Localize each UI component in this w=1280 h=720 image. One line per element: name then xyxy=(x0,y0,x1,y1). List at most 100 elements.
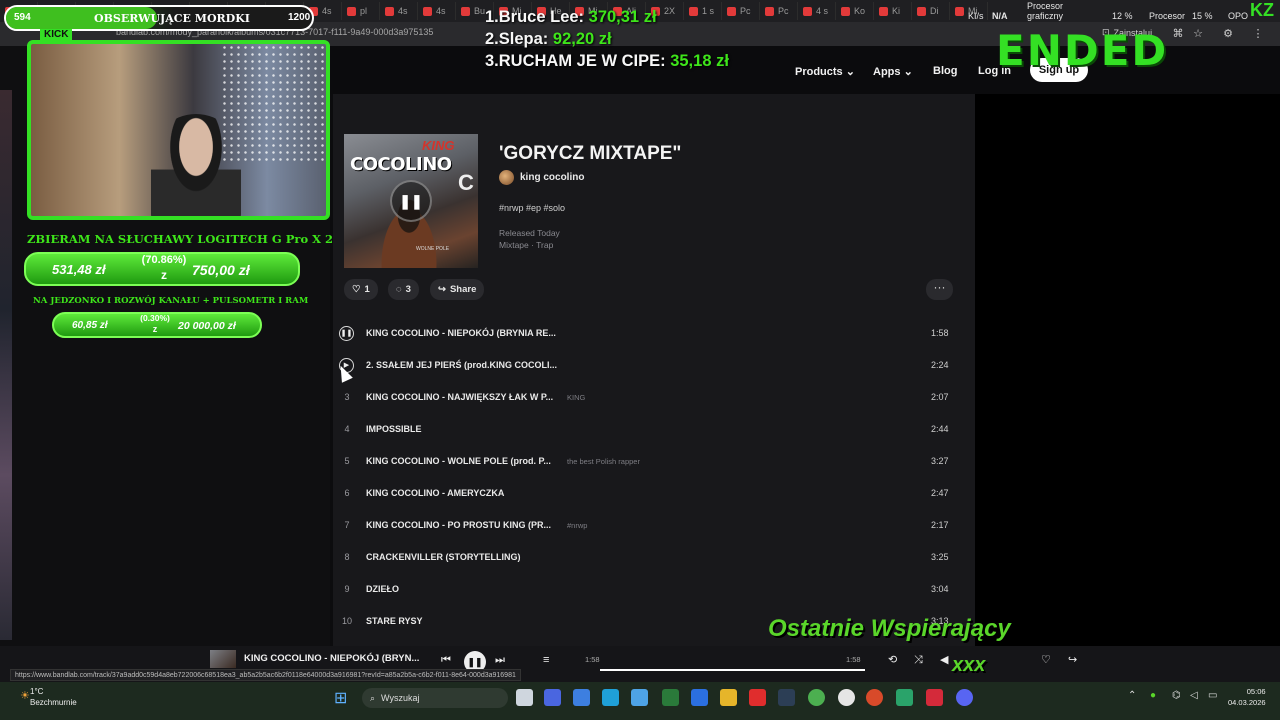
browser-tab[interactable]: Di xyxy=(912,2,950,20)
track-title[interactable]: DZIEŁO xyxy=(366,584,399,594)
track-row[interactable]: 6 KING COCOLINO - AMERYCZKA 2:47 xyxy=(333,477,975,509)
track-title[interactable]: KING COCOLINO - PO PROSTU KING (PR... xyxy=(366,520,551,530)
obs-icon[interactable] xyxy=(866,689,883,706)
track-row[interactable]: 5 KING COCOLINO - WOLNE POLE (prod. P... t… xyxy=(333,445,975,477)
repeat-icon[interactable]: ⟲ xyxy=(888,654,897,666)
shuffle-icon[interactable]: ⤨ xyxy=(914,654,923,666)
discord-icon[interactable] xyxy=(956,689,973,706)
start-windows-icon[interactable]: ⊞ xyxy=(334,688,347,708)
player-thumbnail[interactable] xyxy=(210,650,236,668)
track-tag[interactable]: #nrwp xyxy=(567,521,587,530)
translate-icon[interactable]: ⌘ xyxy=(1172,28,1184,40)
next-icon[interactable]: ⏭ xyxy=(495,654,505,666)
track-title[interactable]: KING COCOLINO - AMERYCZKA xyxy=(366,488,504,498)
extensions-icon[interactable]: ⚙ xyxy=(1222,28,1234,40)
edge-icon[interactable] xyxy=(602,689,619,706)
track-title[interactable]: KING COCOLINO - WOLNE POLE (prod. P... xyxy=(366,456,551,466)
progress-bar[interactable] xyxy=(600,669,865,671)
nav-blog[interactable]: Blog xyxy=(933,65,957,77)
track-row[interactable]: 9 DZIEŁO 3:04 xyxy=(333,573,975,605)
comments-button[interactable]: ◌ 3 xyxy=(388,279,419,300)
battery-icon[interactable]: ▭ xyxy=(1208,690,1217,701)
donor-name: RUCHAM JE W CIPE: xyxy=(498,52,666,70)
track-row[interactable]: 4 IMPOSSIBLE 2:44 xyxy=(333,413,975,445)
steam-icon[interactable] xyxy=(778,689,795,706)
app-icon[interactable] xyxy=(573,689,590,706)
browser-tab[interactable]: 4s xyxy=(380,2,418,20)
volume-icon[interactable]: ◀ xyxy=(940,654,948,666)
previous-icon[interactable]: ⏮ xyxy=(441,654,451,666)
donor-amount: 92,20 zł xyxy=(552,30,612,48)
track-number: 3 xyxy=(344,392,350,402)
like-button[interactable]: ♡ 1 xyxy=(344,279,378,300)
app-icon[interactable] xyxy=(926,689,943,706)
youtube-icon[interactable] xyxy=(749,689,766,706)
pause-icon: ❚❚ xyxy=(399,193,423,209)
nav-products[interactable]: Products ⌄ xyxy=(795,65,855,78)
track-title[interactable]: STARE RYSY xyxy=(366,616,423,626)
share-button[interactable]: ↪ Share xyxy=(430,279,485,300)
track-row[interactable]: 7 KING COCOLINO - PO PROSTU KING (PR... #n… xyxy=(333,509,975,541)
track-row[interactable]: ❚❚ KING COCOLINO - NIEPOKÓJ (BRYNIA RE...… xyxy=(333,317,975,349)
task-view-icon[interactable] xyxy=(516,689,533,706)
folder-icon[interactable] xyxy=(720,689,737,706)
speaker-icon[interactable]: ◁ xyxy=(1190,690,1198,701)
track-row[interactable]: 8 CRACKENVILLER (STORYTELLING) 3:25 xyxy=(333,541,975,573)
store-icon[interactable] xyxy=(631,689,648,706)
track-title[interactable]: CRACKENVILLER (STORYTELLING) xyxy=(366,552,521,562)
tray-chevron-icon[interactable]: ⌃ xyxy=(1128,690,1136,701)
menu-dots-icon[interactable]: ⋮ xyxy=(1252,28,1264,40)
nav-apps[interactable]: Apps ⌄ xyxy=(873,65,913,78)
tab-label: 4s xyxy=(322,6,332,16)
browser-tab[interactable]: 4 s xyxy=(798,2,836,20)
heart-icon: ♡ xyxy=(352,284,361,295)
browser-tab[interactable]: pl xyxy=(342,2,380,20)
share-icon[interactable]: ↪ xyxy=(1068,654,1077,666)
browser-tab[interactable]: Pc xyxy=(760,2,798,20)
player-track-title[interactable]: KING COCOLINO - NIEPOKÓJ (BRYN... xyxy=(244,653,419,664)
dropbox-icon[interactable] xyxy=(691,689,708,706)
share-icon: ↪ xyxy=(438,284,446,295)
track-tag[interactable]: KING xyxy=(567,393,585,402)
queue-icon[interactable]: ≡ xyxy=(543,654,549,666)
taskbar-search[interactable]: ⌕ Wyszukaj xyxy=(362,688,508,708)
track-title[interactable]: KING COCOLINO - NIEPOKÓJ (BRYNIA RE... xyxy=(366,328,556,338)
track-row[interactable]: 3 KING COCOLINO - NAJWIĘKSZY ŁAK W P... KI… xyxy=(333,381,975,413)
bookmark-star-icon[interactable]: ☆ xyxy=(1192,28,1204,40)
app-icon[interactable] xyxy=(896,689,913,706)
track-pause-icon[interactable]: ❚❚ xyxy=(339,326,354,341)
tab-label: Ki xyxy=(892,6,901,16)
donation-goal-1-title: ZBIERAM NA SŁUCHAWY LOGITECH G Pro X 2 xyxy=(27,232,334,246)
track-title[interactable]: KING COCOLINO - NAJWIĘKSZY ŁAK W P... xyxy=(366,392,553,402)
comment-count: 3 xyxy=(405,284,411,295)
donor-entry: 2.Slepa: 92,20 zł xyxy=(485,28,729,50)
track-number: 6 xyxy=(344,488,350,498)
like-count: 1 xyxy=(364,284,370,295)
more-options-button[interactable]: ··· xyxy=(926,279,953,300)
taskbar-clock[interactable]: 05:06 04.03.2026 xyxy=(1228,686,1266,708)
app-icon[interactable] xyxy=(544,689,561,706)
app-icon[interactable] xyxy=(662,689,679,706)
browser-tab[interactable]: Ko xyxy=(836,2,874,20)
track-duration: 2:44 xyxy=(931,424,949,434)
release-date: Released Today xyxy=(499,228,560,238)
tab-favicon-icon xyxy=(385,6,394,16)
webcam-overlay xyxy=(27,40,330,220)
album-cover[interactable]: KING COCOLINO C WOLNE POLE ❚❚ xyxy=(344,134,478,268)
track-tag[interactable]: the best Polish rapper xyxy=(567,457,640,466)
track-title[interactable]: 2. SSAŁEM JEJ PIERŚ (prod.KING COCOLI... xyxy=(366,360,557,370)
cover-pause-button[interactable]: ❚❚ xyxy=(390,180,432,222)
track-title[interactable]: IMPOSSIBLE xyxy=(366,424,422,434)
network-icon[interactable]: ⌬ xyxy=(1172,690,1181,701)
top-donors-list: 1.Bruce Lee: 370,31 zł 2.Slepa: 92,20 zł 3… xyxy=(485,6,729,72)
weather-widget[interactable]: 1°C Bezchmurnie xyxy=(30,686,77,708)
artist-link[interactable]: king cocolino xyxy=(499,170,584,185)
chrome-icon[interactable] xyxy=(808,689,825,706)
browser-tab[interactable]: 4s xyxy=(418,2,456,20)
mic-icon[interactable]: ● xyxy=(1150,690,1156,701)
track-row[interactable]: ▶ 2. SSAŁEM JEJ PIERŚ (prod.KING COCOLI..… xyxy=(333,349,975,381)
openai-icon[interactable] xyxy=(838,689,855,706)
browser-tab[interactable]: Ki xyxy=(874,2,912,20)
album-tags[interactable]: #nrwp #ep #solo xyxy=(499,203,565,213)
heart-icon[interactable]: ♡ xyxy=(1041,654,1051,666)
